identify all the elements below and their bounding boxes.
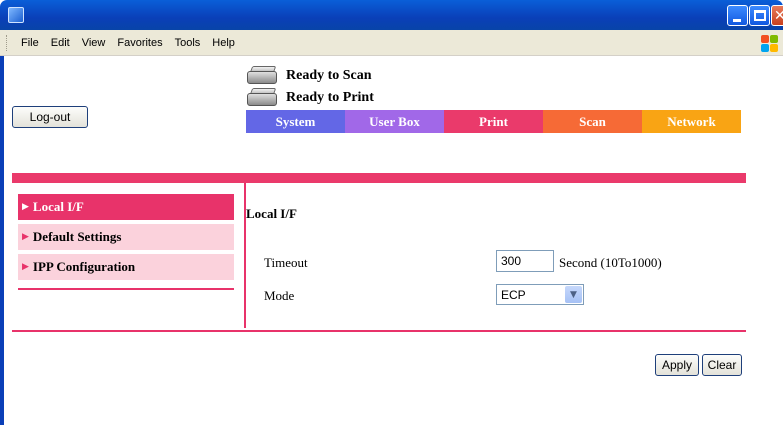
maximize-icon xyxy=(754,10,766,21)
tab-scan[interactable]: Scan xyxy=(543,110,642,133)
sidebar-item-label: Local I/F xyxy=(32,199,84,214)
sidebar-item-label: Default Settings xyxy=(32,229,122,244)
tab-network[interactable]: Network xyxy=(642,110,741,133)
menu-favorites[interactable]: Favorites xyxy=(111,37,168,49)
menu-tools[interactable]: Tools xyxy=(169,37,207,49)
arrow-right-icon: ▶ xyxy=(22,262,29,272)
sidebar-item-label: IPP Configuration xyxy=(32,259,136,274)
timeout-input[interactable]: 300 xyxy=(496,250,554,272)
print-status-text: Ready to Print xyxy=(286,90,374,105)
menu-bar: File Edit View Favorites Tools Help xyxy=(0,30,783,56)
scan-status: Ready to Scan xyxy=(246,66,372,86)
minimize-button[interactable] xyxy=(727,5,748,26)
header-divider-band xyxy=(12,173,746,183)
window-left-border xyxy=(0,56,4,425)
sidebar-bottom-rule xyxy=(18,288,234,290)
scanner-icon xyxy=(246,66,280,86)
tab-system[interactable]: System xyxy=(246,110,345,133)
browser-app-icon xyxy=(8,7,24,23)
windows-logo-icon xyxy=(759,33,779,53)
page-title: Local I/F xyxy=(246,206,297,221)
logout-button[interactable]: Log-out xyxy=(12,106,88,128)
main-tabs: System User Box Print Scan Network xyxy=(246,110,741,133)
toolbar-grip xyxy=(6,34,9,51)
printer-icon xyxy=(246,88,280,108)
timeout-unit-text: Second (10To1000) xyxy=(559,255,662,270)
sidebar: ▶ Local I/F ▶ Default Settings ▶ IPP Con… xyxy=(18,194,234,290)
mode-selected-value: ECP xyxy=(501,287,526,302)
menu-view[interactable]: View xyxy=(76,37,112,49)
tab-print[interactable]: Print xyxy=(444,110,543,133)
chevron-down-icon[interactable]: ▼ xyxy=(565,286,582,303)
close-icon: ✕ xyxy=(774,8,783,24)
sidebar-item-default-settings[interactable]: ▶ Default Settings xyxy=(18,224,234,250)
apply-button[interactable]: Apply xyxy=(655,354,699,376)
maximize-button[interactable] xyxy=(749,5,770,26)
clear-button[interactable]: Clear xyxy=(702,354,742,376)
sidebar-item-ipp-configuration[interactable]: ▶ IPP Configuration xyxy=(18,254,234,280)
sidebar-item-local-if[interactable]: ▶ Local I/F xyxy=(18,194,234,220)
scan-status-text: Ready to Scan xyxy=(286,68,372,83)
mode-label: Mode xyxy=(264,288,295,303)
menu-file[interactable]: File xyxy=(15,37,45,49)
tab-user-box[interactable]: User Box xyxy=(345,110,444,133)
vertical-divider xyxy=(244,183,246,328)
window-title-bar: ✕ xyxy=(0,0,783,30)
menu-help[interactable]: Help xyxy=(206,37,241,49)
content-bottom-divider xyxy=(12,330,746,332)
mode-select[interactable]: ECP ▼ xyxy=(496,284,584,305)
timeout-label: Timeout xyxy=(264,255,308,270)
print-status: Ready to Print xyxy=(246,88,374,108)
menu-edit[interactable]: Edit xyxy=(45,37,76,49)
close-button[interactable]: ✕ xyxy=(771,5,783,26)
minimize-icon xyxy=(733,19,741,22)
arrow-right-icon: ▶ xyxy=(22,232,29,242)
arrow-right-icon: ▶ xyxy=(22,202,29,212)
